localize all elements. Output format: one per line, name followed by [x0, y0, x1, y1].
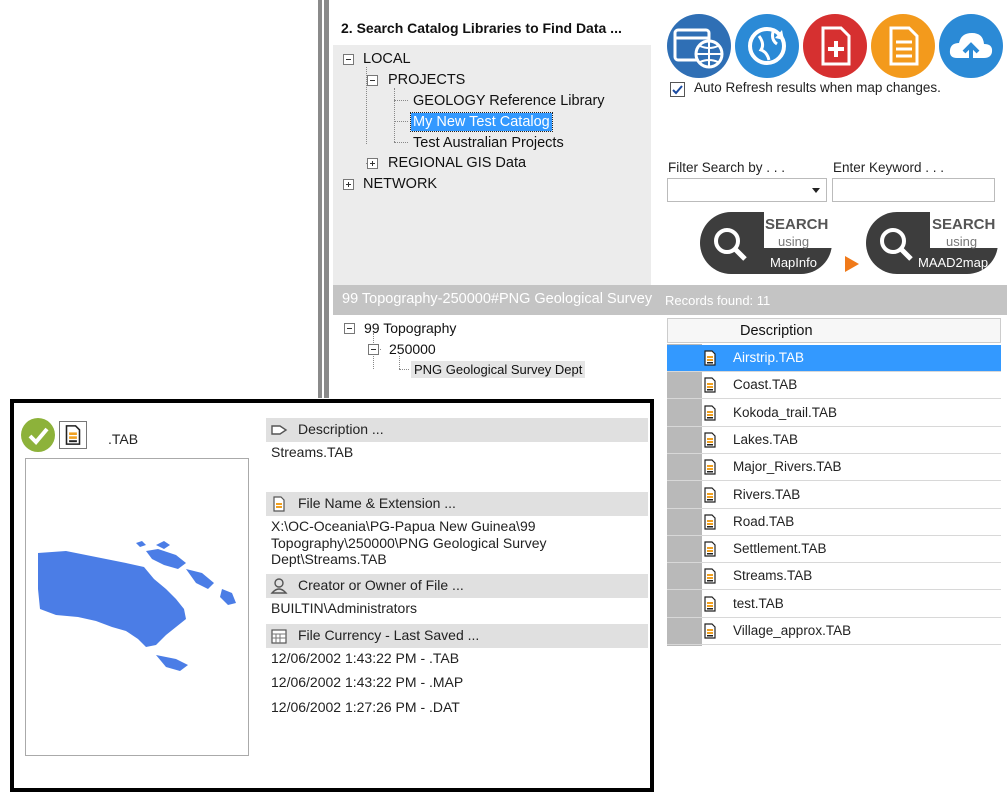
tab-file-icon [704, 596, 716, 612]
tree-node-my-new-test-catalog[interactable]: My New Test Catalog [410, 112, 553, 132]
row-description: Kokoda_trail.TAB [733, 404, 838, 420]
tree-node-test-australian-projects[interactable]: Test Australian Projects [413, 134, 564, 152]
results-path: 99 Topography-250000#PNG Geological Surv… [342, 291, 656, 307]
collapse-250000-toggle[interactable] [368, 344, 379, 355]
table-row[interactable]: Village_approx.TAB [667, 618, 1001, 645]
table-row[interactable]: Major_Rivers.TAB [667, 454, 1001, 482]
table-row[interactable]: Settlement.TAB [667, 536, 1001, 564]
tab-file-icon [704, 514, 716, 530]
tab-file-icon [704, 432, 716, 448]
file-currency-header: File Currency - Last Saved ... [266, 624, 648, 648]
tab-file-icon [704, 623, 716, 639]
checkmark-icon [21, 418, 55, 452]
records-count: Records found: 11 [665, 293, 771, 308]
expand-network-toggle[interactable] [343, 179, 354, 190]
tab-file-icon [704, 377, 716, 393]
file-path-line: Topography\250000\PNG Geological Survey [271, 535, 547, 551]
results-table: Description Airstrip.TAB Coast.TAB Kokoda_… [655, 318, 1003, 646]
file-extension: .TAB [108, 431, 139, 447]
creator-value: BUILTIN\Administrators [271, 600, 417, 616]
file-type-icon [59, 421, 87, 449]
row-description: Lakes.TAB [733, 431, 799, 447]
description-header: Description ... [266, 418, 648, 442]
table-row[interactable]: test.TAB [667, 591, 1001, 618]
divider-bar [318, 0, 322, 398]
keyword-label: Enter Keyword . . . [833, 160, 945, 175]
user-icon [270, 578, 288, 594]
collapse-projects-toggle[interactable] [367, 75, 378, 86]
cloud-upload-icon[interactable] [939, 14, 1003, 78]
saved-map-time: 12/06/2002 1:43:22 PM - .MAP [271, 674, 464, 690]
tab-file-icon [704, 568, 716, 584]
play-arrow-icon [845, 256, 859, 272]
file-icon [273, 496, 285, 512]
row-description: Streams.TAB [733, 568, 813, 584]
path-node-250000[interactable]: 250000 [389, 341, 436, 357]
auto-refresh-label: Auto Refresh results when map changes. [694, 80, 941, 95]
path-node-topography[interactable]: 99 Topography [364, 320, 456, 336]
table-row[interactable]: Coast.TAB [667, 372, 1001, 400]
table-row[interactable]: Lakes.TAB [667, 427, 1001, 454]
file-path-line: X:\OC-Oceania\PG-Papua New Guinea\99 [271, 518, 536, 534]
table-row[interactable]: Kokoda_trail.TAB [667, 400, 1001, 427]
table-header[interactable]: Description [667, 318, 1001, 343]
table-row[interactable]: Airstrip.TAB [667, 345, 1001, 372]
divider-bar [324, 0, 329, 398]
table-row[interactable]: Road.TAB [667, 509, 1001, 536]
tree-node-network[interactable]: NETWORK [363, 175, 437, 193]
browser-globe-icon[interactable] [667, 14, 731, 78]
calendar-icon [271, 629, 287, 644]
collapse-topography-toggle[interactable] [344, 323, 355, 334]
description-value: Streams.TAB [271, 444, 354, 460]
row-description: test.TAB [733, 595, 784, 611]
row-description: Coast.TAB [733, 377, 798, 393]
catalog-tree: LOCAL PROJECTS GEOLOGY Reference Library… [333, 45, 651, 285]
search-maad2map-button[interactable]: SEARCH using MAAD2map [866, 212, 998, 274]
saved-dat-time: 12/06/2002 1:27:26 PM - .DAT [271, 699, 460, 715]
row-description: Settlement.TAB [733, 541, 827, 557]
chevron-down-icon [812, 188, 820, 193]
tree-node-local[interactable]: LOCAL [363, 50, 411, 68]
map-preview [25, 458, 249, 756]
tab-file-icon [704, 486, 716, 503]
row-description: Village_approx.TAB [733, 623, 852, 638]
saved-tab-time: 12/06/2002 1:43:22 PM - .TAB [271, 650, 460, 666]
row-description: Major_Rivers.TAB [733, 459, 842, 475]
row-description: Road.TAB [733, 513, 795, 529]
collapse-local-toggle[interactable] [343, 54, 354, 65]
tree-node-geology-library[interactable]: GEOLOGY Reference Library [413, 92, 605, 110]
expand-regional-toggle[interactable] [367, 158, 378, 169]
tree-node-regional-gis[interactable]: REGIONAL GIS Data [388, 154, 526, 172]
magnifier-icon [880, 228, 913, 261]
row-description: Airstrip.TAB [733, 350, 805, 365]
search-mapinfo-button[interactable]: SEARCH using MapInfo [700, 212, 832, 274]
auto-refresh-checkbox[interactable] [670, 82, 685, 97]
filter-label: Filter Search by . . . [668, 160, 786, 175]
tab-file-icon [704, 404, 716, 421]
table-row[interactable]: Rivers.TAB [667, 482, 1001, 509]
file-path-line: Dept\Streams.TAB [271, 551, 387, 567]
tab-file-icon [704, 350, 716, 366]
tree-node-projects[interactable]: PROJECTS [388, 71, 465, 89]
creator-header: Creator or Owner of File ... [266, 574, 648, 598]
png-map-shape [38, 541, 236, 671]
file-name-header: File Name & Extension ... [266, 492, 648, 516]
list-document-icon[interactable] [871, 14, 935, 78]
row-description: Rivers.TAB [733, 486, 801, 502]
keyword-input[interactable] [832, 178, 995, 202]
magnifier-icon [714, 228, 747, 261]
filter-select[interactable] [667, 178, 827, 202]
refresh-globe-icon[interactable] [735, 14, 799, 78]
path-node-png-survey[interactable]: PNG Geological Survey Dept [411, 361, 586, 378]
tab-file-icon [704, 541, 716, 557]
section-title: 2. Search Catalog Libraries to Find Data… [341, 20, 622, 36]
arrow-tag-icon [271, 425, 288, 435]
add-document-icon[interactable] [803, 14, 867, 78]
table-row[interactable]: Streams.TAB [667, 563, 1001, 591]
tab-file-icon [704, 459, 716, 475]
